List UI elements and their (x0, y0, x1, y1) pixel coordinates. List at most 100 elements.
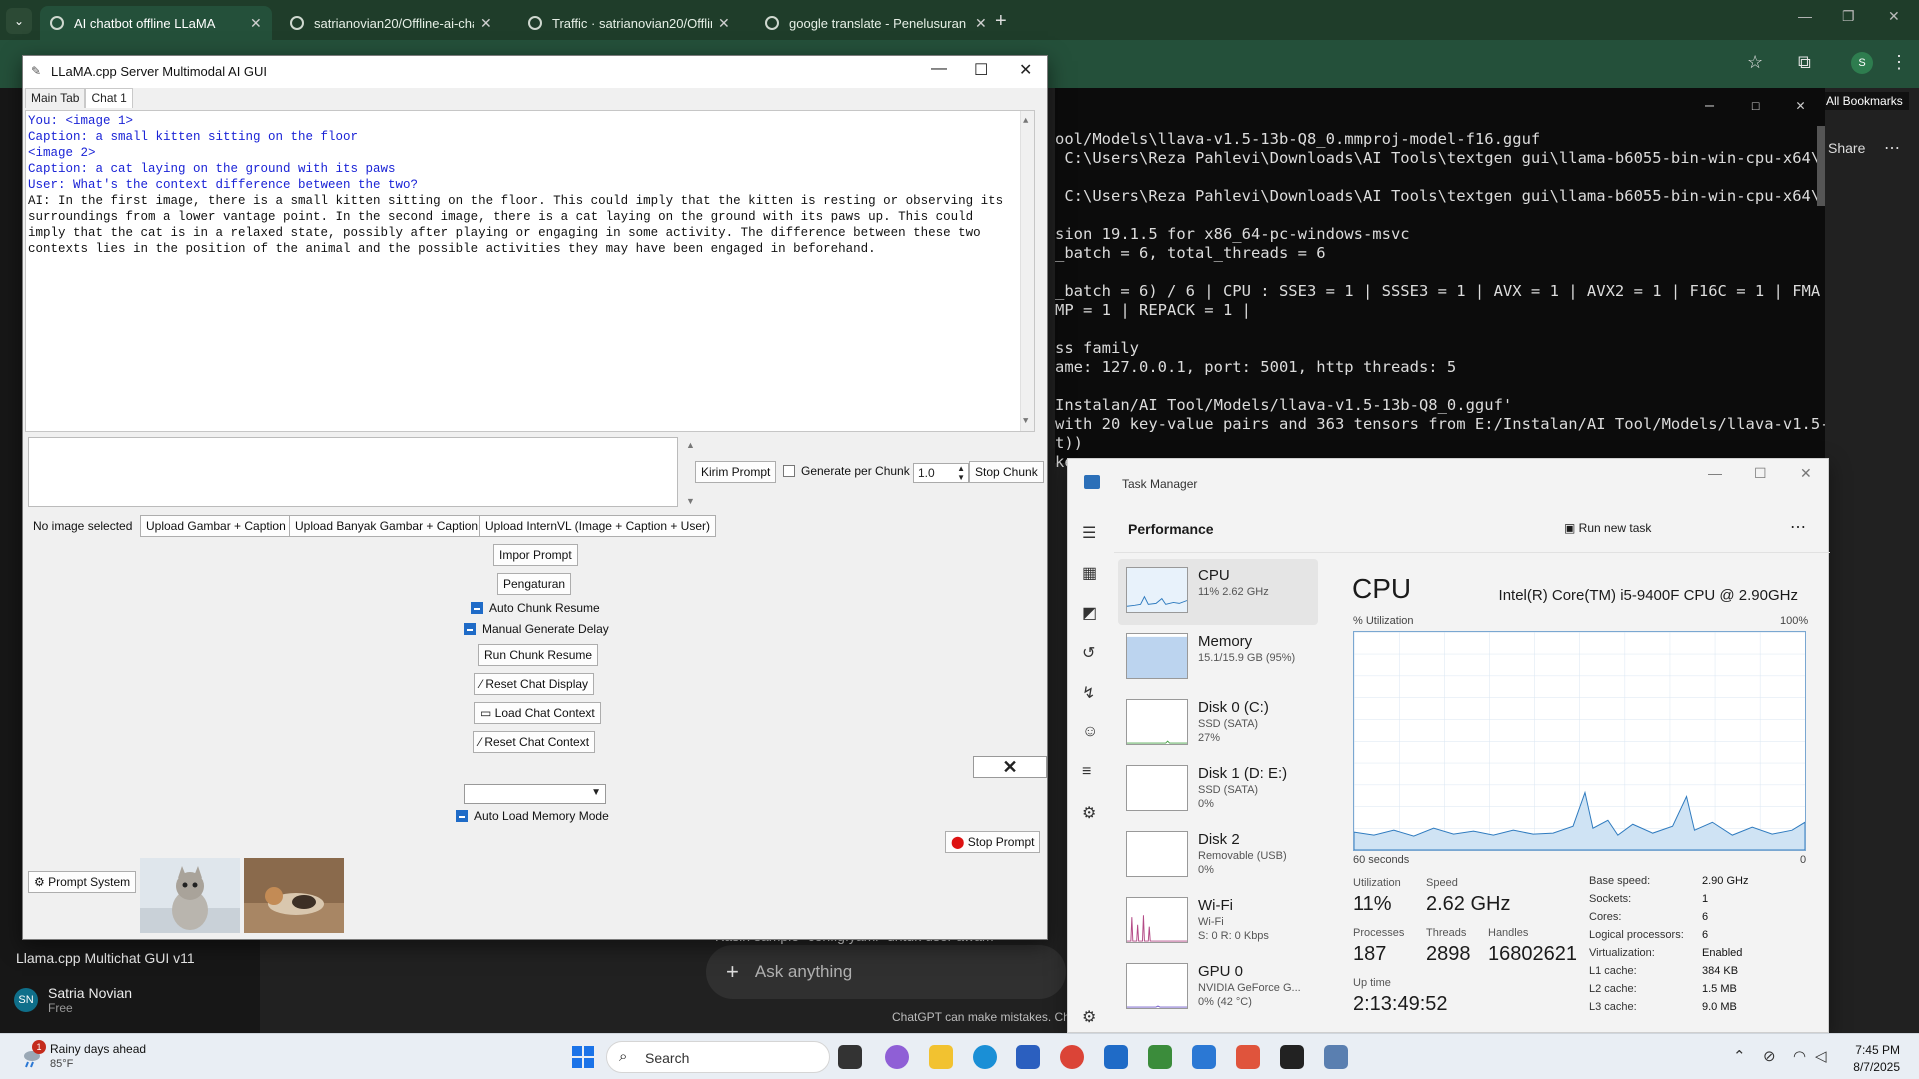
all-bookmarks[interactable]: All Bookmarks (1820, 92, 1909, 110)
tab-main[interactable]: Main Tab (25, 88, 86, 108)
taskbar-search[interactable]: ⌕ Search (606, 1041, 830, 1073)
reset-chat-context-button[interactable]: ⁄ Reset Chat Context (473, 731, 596, 753)
sidebar-chat-title[interactable]: Llama.cpp Multichat GUI v11 (16, 950, 195, 966)
volume-icon[interactable]: ◁ (1815, 1047, 1827, 1065)
minimize-icon[interactable]: — (931, 60, 947, 78)
scroll-down-icon[interactable]: ▼ (686, 496, 695, 506)
browser-tab-1[interactable]: satrianovian20/Offline-ai-chat-... ✕ (280, 6, 502, 40)
notepad-plus-icon[interactable] (1148, 1045, 1172, 1069)
browser-tab-3[interactable]: google translate - Penelusuran ✕ (755, 6, 997, 40)
task-view-icon[interactable] (838, 1045, 862, 1069)
settings-icon[interactable]: ⚙ (1082, 1007, 1096, 1027)
profile-avatar[interactable]: S (1851, 52, 1873, 74)
ask-input[interactable]: + Ask anything (706, 945, 1066, 999)
resource-item-cpu[interactable]: CPU 11% 2.62 GHz (1118, 559, 1318, 625)
prompt-system-button[interactable]: ⚙ Prompt System (28, 871, 137, 893)
load-chat-context-button[interactable]: ▭ Load Chat Context (474, 702, 601, 724)
copilot-icon[interactable] (885, 1045, 909, 1069)
close-tab-icon[interactable]: ✕ (975, 15, 987, 32)
run-chunk-resume-button[interactable]: Run Chunk Resume (478, 644, 599, 666)
task-manager-taskbar-icon[interactable] (1104, 1045, 1128, 1069)
minimize-icon[interactable]: — (1705, 96, 1714, 114)
restore-icon[interactable]: ❐ (1842, 8, 1855, 25)
close-tab-icon[interactable]: ✕ (718, 15, 730, 32)
auto-load-memory-checkbox[interactable]: Auto Load Memory Mode (456, 809, 609, 823)
extensions-icon[interactable]: ⧉ (1798, 52, 1811, 73)
app-icon[interactable] (1236, 1045, 1260, 1069)
import-prompt-button[interactable]: Impor Prompt (493, 544, 578, 566)
startup-apps-icon[interactable]: ↯ (1082, 683, 1095, 703)
users-icon[interactable]: ☺ (1082, 723, 1098, 741)
share-button[interactable]: Share (1828, 140, 1865, 156)
kitten-image-thumbnail[interactable] (140, 858, 240, 933)
new-tab-icon[interactable]: + (995, 10, 1007, 33)
services-icon[interactable]: ⚙ (1082, 803, 1096, 823)
maximize-icon[interactable]: ☐ (1751, 96, 1760, 114)
scroll-up-icon[interactable]: ▲ (1023, 113, 1028, 129)
maximize-icon[interactable]: ☐ (1754, 465, 1767, 482)
chrome-icon[interactable] (1060, 1045, 1084, 1069)
resource-item-memory[interactable]: Memory 15.1/15.9 GB (95%) (1118, 625, 1318, 691)
windows-start-icon[interactable] (572, 1046, 594, 1068)
chunk-spinbox[interactable]: 1.0 ▲ ▼ (913, 463, 969, 483)
memory-select[interactable]: ▼ (464, 784, 606, 804)
menu-icon[interactable]: ⋮ (1890, 52, 1908, 73)
clock-time[interactable]: 7:45 PM (1840, 1043, 1900, 1057)
tab-chat-1[interactable]: Chat 1 (85, 88, 133, 108)
scroll-down-icon[interactable]: ▼ (1023, 413, 1028, 429)
upload-image-caption-button[interactable]: Upload Gambar + Caption (140, 515, 292, 537)
run-new-task-button[interactable]: ▣ Run new task (1564, 521, 1651, 535)
auto-chunk-resume-checkbox[interactable]: Auto Chunk Resume (471, 601, 600, 615)
close-icon[interactable]: ✕ (1888, 8, 1900, 25)
user-profile[interactable]: SN Satria Novian Free (14, 985, 132, 1015)
stop-chunk-button[interactable]: Stop Chunk (969, 461, 1044, 483)
network-off-icon[interactable]: ⊘ (1763, 1047, 1776, 1065)
more-options-icon[interactable]: ⋯ (1790, 517, 1806, 537)
tab-search-icon[interactable]: ⌄ (6, 8, 32, 34)
browser-tab-2[interactable]: Traffic · satrianovian20/Offline-... ✕ (518, 6, 740, 40)
generate-per-chunk-checkbox[interactable]: Generate per Chunk (783, 464, 910, 478)
chat-scrollbar[interactable]: ▲ ▼ (1020, 111, 1034, 431)
terminal-window[interactable]: — ☐ ✕ ool/Models\llava-v1.5-13b-Q8_0.mmp… (1055, 88, 1825, 471)
minimize-icon[interactable]: — (1708, 465, 1722, 481)
hamburger-icon[interactable]: ☰ (1082, 523, 1096, 543)
plus-icon[interactable]: + (726, 959, 739, 985)
notepad-icon[interactable] (1192, 1045, 1216, 1069)
send-prompt-button[interactable]: Kirim Prompt (695, 461, 777, 483)
resource-item-disk1[interactable]: Disk 1 (D: E:) SSD (SATA) 0% (1118, 757, 1318, 823)
resource-item-wifi[interactable]: Wi-Fi Wi-Fi S: 0 R: 0 Kbps (1118, 889, 1318, 955)
resource-item-disk0[interactable]: Disk 0 (C:) SSD (SATA) 27% (1118, 691, 1318, 757)
cat-image-thumbnail[interactable] (244, 858, 344, 933)
settings-button[interactable]: Pengaturan (497, 573, 572, 595)
weather-title[interactable]: Rainy days ahead (50, 1042, 146, 1056)
manual-generate-delay-checkbox[interactable]: Manual Generate Delay (464, 622, 609, 636)
browser-tab-0[interactable]: AI chatbot offline LLaMA ✕ (40, 6, 272, 40)
more-options-icon[interactable]: ⋯ (1884, 138, 1900, 158)
file-explorer-icon[interactable] (929, 1045, 953, 1069)
details-icon[interactable]: ≡ (1082, 763, 1091, 781)
resource-item-gpu[interactable]: GPU 0 NVIDIA GeForce G... 0% (42 °C) (1118, 955, 1318, 1021)
terminal-taskbar-icon[interactable] (1280, 1045, 1304, 1069)
processes-icon[interactable]: ▦ (1082, 563, 1097, 583)
close-tab-icon[interactable]: ✕ (480, 15, 492, 32)
scroll-up-icon[interactable]: ▲ (686, 440, 695, 450)
chat-display[interactable]: You: <image 1> Caption: a small kitten s… (25, 110, 1035, 432)
prompt-input[interactable]: ▲ ▼ (28, 437, 703, 508)
terminal-scrollbar[interactable] (1817, 126, 1825, 206)
chevron-up-icon[interactable]: ⌃ (1733, 1047, 1746, 1065)
app-history-icon[interactable]: ↺ (1082, 643, 1095, 663)
performance-icon[interactable]: ◩ (1082, 603, 1097, 623)
upload-internvl-button[interactable]: Upload InternVL (Image + Caption + User) (479, 515, 717, 537)
bookmark-star-icon[interactable]: ☆ (1747, 52, 1763, 73)
maximize-icon[interactable]: ☐ (974, 60, 988, 80)
resource-item-disk2[interactable]: Disk 2 Removable (USB) 0% (1118, 823, 1318, 889)
minimize-icon[interactable]: — (1798, 8, 1812, 24)
store-icon[interactable] (1016, 1045, 1040, 1069)
spin-arrows-icon[interactable]: ▲ ▼ (957, 464, 965, 482)
python-gui-taskbar-icon[interactable] (1324, 1045, 1348, 1069)
edge-icon[interactable] (973, 1045, 997, 1069)
reset-chat-display-button[interactable]: ⁄ Reset Chat Display (474, 673, 595, 695)
close-icon[interactable]: ✕ (1796, 96, 1805, 114)
close-tab-icon[interactable]: ✕ (250, 15, 262, 32)
stop-prompt-button[interactable]: ⬤ Stop Prompt (945, 831, 1041, 853)
